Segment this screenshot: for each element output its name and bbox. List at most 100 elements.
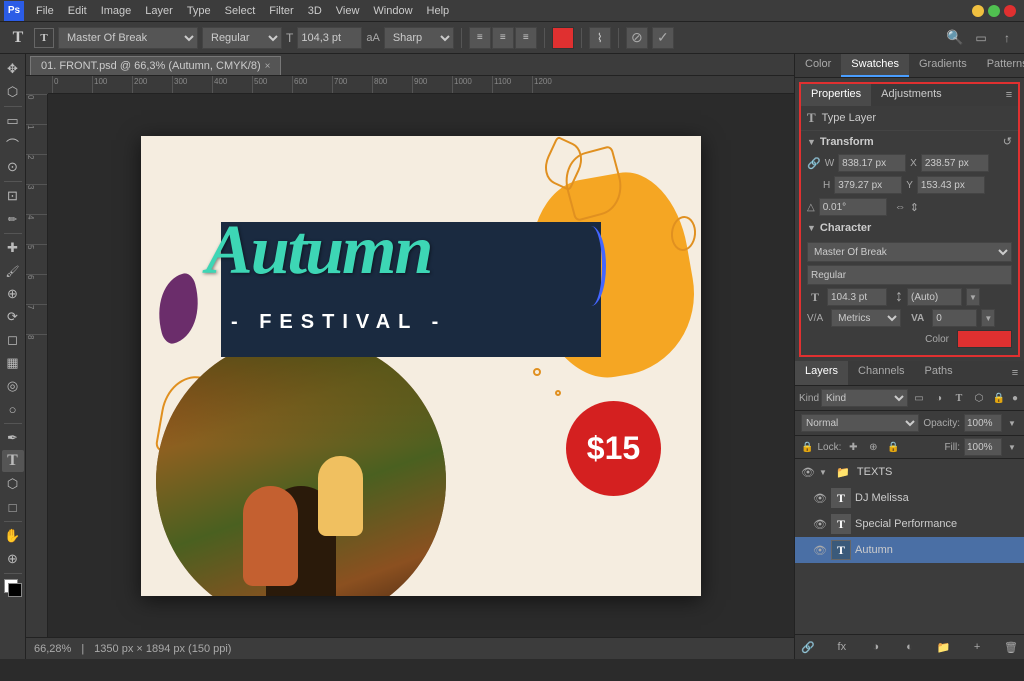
canvas-tab[interactable]: 01. FRONT.psd @ 66,3% (Autumn, CMYK/8) ×: [30, 56, 281, 75]
y-input[interactable]: [917, 176, 985, 194]
special-visibility[interactable]: 👁: [813, 517, 827, 531]
font-family-select[interactable]: Master Of Break: [58, 27, 198, 49]
menu-view[interactable]: View: [330, 3, 366, 19]
menu-window[interactable]: Window: [367, 3, 418, 19]
close-btn[interactable]: [1004, 5, 1016, 17]
font-size-input[interactable]: [297, 27, 362, 49]
adjustments-tab[interactable]: Adjustments: [871, 84, 952, 106]
swatches-tab[interactable]: Swatches: [841, 54, 909, 77]
text-color-swatch[interactable]: [552, 27, 574, 49]
transform-refresh-icon[interactable]: ↺: [1003, 135, 1012, 148]
gradients-tab[interactable]: Gradients: [909, 54, 977, 77]
menu-file[interactable]: File: [30, 3, 60, 19]
delete-layer-btn[interactable]: 🗑: [1002, 638, 1020, 656]
autumn-visibility[interactable]: 👁: [813, 543, 827, 557]
dj-visibility[interactable]: 👁: [813, 491, 827, 505]
marquee-tool[interactable]: ▭: [2, 110, 24, 132]
canvas-viewport[interactable]: 0 100 200 300 400 500 600 700 800 900 10…: [26, 76, 794, 637]
zoom-tool[interactable]: ⊕: [2, 548, 24, 570]
dodge-tool[interactable]: ○: [2, 398, 24, 420]
pixel-filter-icon[interactable]: ▭: [910, 389, 928, 407]
lock-position-icon[interactable]: ✚: [845, 439, 861, 455]
foreground-background-colors[interactable]: [2, 577, 24, 599]
font-style-select[interactable]: Regular: [202, 27, 282, 49]
eyedropper-tool[interactable]: ✏: [2, 208, 24, 230]
layers-panel-menu[interactable]: ≡: [1006, 361, 1024, 385]
cancel-text-btn[interactable]: ⊘: [626, 27, 648, 49]
add-mask-btn[interactable]: ◑: [867, 638, 885, 656]
prop-panel-menu[interactable]: ≡: [1000, 84, 1018, 106]
create-group-btn[interactable]: 📁: [934, 638, 952, 656]
x-input[interactable]: [921, 154, 989, 172]
texts-expand[interactable]: ▼: [819, 468, 827, 477]
autumn-layer[interactable]: 👁 T Autumn: [795, 537, 1024, 563]
fill-dropdown[interactable]: ▼: [1006, 438, 1018, 456]
type-tool[interactable]: T: [2, 450, 24, 472]
shape-filter-icon[interactable]: ⬡: [970, 389, 988, 407]
arrange-icon[interactable]: ▭: [970, 27, 992, 49]
artboard-tool[interactable]: ⬡: [2, 81, 24, 103]
properties-tab[interactable]: Properties: [801, 84, 871, 106]
menu-type[interactable]: Type: [181, 3, 217, 19]
smart-filter-icon[interactable]: 🔒: [990, 389, 1008, 407]
color-tab[interactable]: Color: [795, 54, 841, 77]
char-leading-input[interactable]: [907, 288, 962, 306]
link-icon[interactable]: 🔗: [807, 157, 821, 170]
char-kerning-input[interactable]: [932, 309, 977, 327]
eraser-tool[interactable]: ◻: [2, 329, 24, 351]
patterns-tab[interactable]: Patterns: [977, 54, 1024, 77]
height-input[interactable]: [834, 176, 902, 194]
character-header[interactable]: ▼ Character: [801, 218, 1018, 238]
lock-all-icon[interactable]: 🔒: [885, 439, 901, 455]
hand-tool[interactable]: ✋: [2, 525, 24, 547]
opacity-input[interactable]: [964, 414, 1002, 432]
healing-tool[interactable]: ✚: [2, 237, 24, 259]
clone-tool[interactable]: ⊕: [2, 283, 24, 305]
adjustment-filter-icon[interactable]: ◑: [930, 389, 948, 407]
align-center-btn[interactable]: ≡: [492, 27, 514, 49]
char-style-input[interactable]: [807, 265, 1012, 285]
warp-text-icon[interactable]: ⌇: [589, 27, 611, 49]
background-color[interactable]: [8, 583, 22, 597]
layers-tab[interactable]: Layers: [795, 361, 848, 385]
share-icon[interactable]: ↑: [996, 27, 1018, 49]
char-tracking-select[interactable]: Metrics: [831, 309, 901, 327]
commit-text-btn[interactable]: ✓: [652, 27, 674, 49]
poster[interactable]: Autumn - FESTIVAL -: [141, 136, 701, 596]
menu-3d[interactable]: 3D: [302, 3, 328, 19]
texts-group[interactable]: 👁 ▼ 📁 TEXTS: [795, 459, 1024, 485]
lasso-tool[interactable]: ⌒: [2, 133, 24, 155]
angle-input[interactable]: [819, 198, 887, 216]
width-input[interactable]: [838, 154, 906, 172]
path-select-tool[interactable]: ⬡: [2, 473, 24, 495]
type-options-icon[interactable]: T: [34, 28, 54, 48]
brush-tool[interactable]: 🖌: [2, 260, 24, 282]
char-font-select[interactable]: Master Of Break: [807, 242, 1012, 262]
transform-header[interactable]: ▼ Transform ↺: [801, 131, 1018, 152]
create-adjustment-btn[interactable]: ◐: [900, 638, 918, 656]
dj-melissa-layer[interactable]: 👁 T DJ Melissa: [795, 485, 1024, 511]
pen-tool[interactable]: ✒: [2, 427, 24, 449]
align-left-btn[interactable]: ≡: [469, 27, 491, 49]
kind-filter-select[interactable]: Kind: [821, 389, 908, 407]
flip-v-icon[interactable]: ⇕: [910, 201, 919, 214]
minimize-btn[interactable]: [972, 5, 984, 17]
gradient-tool[interactable]: ▦: [2, 352, 24, 374]
fill-input[interactable]: [964, 438, 1002, 456]
char-color-swatch[interactable]: [957, 330, 1012, 348]
aa-method-select[interactable]: Sharp: [384, 27, 454, 49]
menu-select[interactable]: Select: [219, 3, 262, 19]
link-layers-btn[interactable]: 🔗: [799, 638, 817, 656]
add-style-btn[interactable]: fx: [833, 638, 851, 656]
leading-dropdown[interactable]: ▼: [966, 288, 980, 306]
menu-image[interactable]: Image: [95, 3, 138, 19]
restore-btn[interactable]: [988, 5, 1000, 17]
type-filter-icon[interactable]: T: [950, 389, 968, 407]
search-icon[interactable]: 🔍: [944, 27, 966, 49]
move-tool[interactable]: ✥: [2, 58, 24, 80]
filter-toggle[interactable]: ●: [1010, 389, 1020, 407]
channels-tab[interactable]: Channels: [848, 361, 914, 385]
opacity-dropdown[interactable]: ▼: [1006, 414, 1018, 432]
lock-artboard-icon[interactable]: ⊕: [865, 439, 881, 455]
kerning-dropdown[interactable]: ▼: [981, 309, 995, 327]
